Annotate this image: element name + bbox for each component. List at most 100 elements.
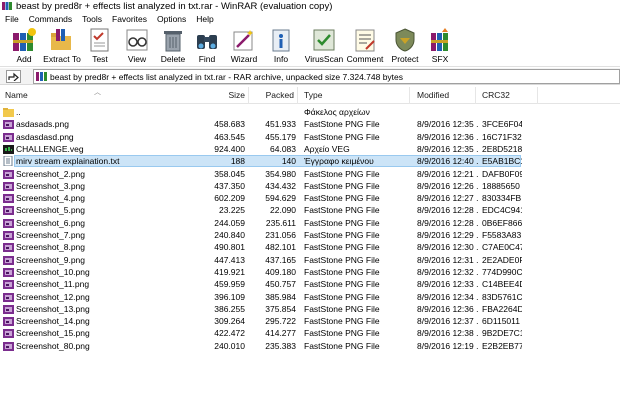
file-modified: 8/9/2016 12:33 ... (417, 279, 479, 290)
column-header-type[interactable]: Type (300, 87, 410, 104)
file-packed: 22.090 (270, 205, 296, 216)
protect-button[interactable]: Protect (385, 25, 425, 65)
winrar-app-icon (2, 1, 12, 11)
file-packed: 409.180 (265, 266, 296, 277)
file-type: FastStone PNG File (304, 230, 380, 240)
delete-label: Delete (160, 54, 186, 64)
file-row[interactable]: .. Φάκελος αρχείων (0, 106, 620, 118)
virusscan-button[interactable]: VirusScan (304, 25, 344, 65)
wizard-button[interactable]: Wizard (224, 25, 264, 65)
file-crc32: 9B2DE7C1 (482, 328, 522, 339)
file-type: FastStone PNG File (304, 119, 380, 130)
file-size: 458.683 (214, 119, 245, 130)
file-row[interactable]: Screenshot_14.png 309.264 295.722 FastStone… (0, 315, 620, 327)
file-row[interactable]: Screenshot_80.png 240.010 235.383 FastStone… (0, 340, 620, 352)
file-row[interactable]: asdasdasd.png 463.545 455.179 FastStone PNG… (0, 131, 620, 143)
file-row[interactable]: Screenshot_4.png 602.209 594.629 FastStone … (0, 192, 620, 204)
file-packed: 235.611 (265, 217, 296, 228)
file-packed: 354.980 (265, 168, 296, 179)
menu-favorites[interactable]: Favorites (107, 14, 152, 24)
sfx-button[interactable]: SFX (420, 25, 460, 65)
comment-label: Comment (346, 54, 384, 64)
png-file-icon (3, 119, 14, 130)
file-type: FastStone PNG File (304, 180, 380, 191)
menu-options[interactable]: Options (152, 14, 191, 24)
file-list: ︿ Name Size Packed Type Modified CRC32 .… (0, 87, 620, 409)
file-modified: 8/9/2016 12:31 ... (417, 254, 479, 265)
file-name: Screenshot_12.png (16, 291, 90, 302)
comment-button[interactable]: Comment (345, 25, 385, 65)
menu-bar: File Commands Tools Favorites Options He… (0, 12, 620, 25)
view-label: View (127, 54, 147, 64)
view-button[interactable]: View (117, 25, 157, 65)
file-packed: 594.629 (265, 193, 296, 204)
column-header-crc32[interactable]: CRC32 (478, 87, 538, 104)
file-row[interactable]: asdasads.png 458.683 451.933 FastStone PNG … (0, 118, 620, 130)
file-row[interactable]: Screenshot_2.png 358.045 354.980 FastStone … (0, 168, 620, 180)
address-field[interactable]: beast by pred8r + effects list analyzed … (33, 69, 620, 84)
file-row[interactable]: Screenshot_13.png 386.255 375.854 FastStone… (0, 303, 620, 315)
file-name: CHALLENGE.veg (16, 143, 84, 154)
file-name: Screenshot_4.png (16, 193, 85, 204)
test-button[interactable]: Test (80, 25, 120, 65)
menu-commands[interactable]: Commands (24, 14, 77, 24)
file-row[interactable]: mirv stream explaination.txt 188 140 Έγγραφ… (0, 155, 620, 168)
file-crc32: F5583A83 (482, 230, 522, 240)
file-row[interactable]: Screenshot_15.png 422.472 414.277 FastStone… (0, 327, 620, 339)
png-file-icon (3, 242, 14, 253)
file-row[interactable]: Screenshot_11.png 459.959 450.757 FastStone… (0, 278, 620, 290)
file-packed: 482.101 (265, 242, 296, 253)
file-row[interactable]: Screenshot_5.png 23.225 22.090 FastStone PN… (0, 204, 620, 216)
file-row[interactable]: Screenshot_9.png 447.413 437.165 FastStone … (0, 254, 620, 266)
file-name: Screenshot_15.png (16, 328, 90, 339)
up-one-level-button[interactable] (6, 70, 21, 83)
file-crc32: C14BEE4D (482, 279, 522, 290)
file-crc32: C7AE0C47 (482, 242, 522, 253)
png-file-icon (3, 218, 14, 228)
file-row[interactable]: Screenshot_6.png 244.059 235.611 FastStone … (0, 217, 620, 229)
file-name: Screenshot_9.png (16, 254, 85, 265)
file-modified: 8/9/2016 12:38 ... (417, 328, 479, 339)
comment-icon (355, 29, 375, 52)
file-modified: 8/9/2016 12:37 ... (417, 316, 479, 327)
rar-archive-icon (36, 71, 47, 82)
menu-help[interactable]: Help (191, 14, 218, 24)
png-file-icon (3, 341, 14, 351)
file-packed: 375.854 (265, 303, 296, 314)
txt-file-icon (3, 155, 14, 167)
add-button[interactable]: Add (4, 25, 44, 65)
file-modified: 8/9/2016 12:36 ... (417, 131, 479, 142)
file-packed: 64.083 (270, 143, 296, 154)
sfx-icon (431, 28, 448, 51)
file-row[interactable]: Screenshot_8.png 490.801 482.101 FastStone … (0, 241, 620, 253)
column-header-modified[interactable]: Modified (413, 87, 476, 104)
delete-trash-icon (164, 31, 182, 52)
file-name: asdasads.png (16, 119, 69, 130)
file-type: FastStone PNG File (304, 168, 380, 179)
png-file-icon (3, 132, 14, 142)
file-row[interactable]: Screenshot_12.png 396.109 385.984 FastStone… (0, 291, 620, 303)
column-header-size[interactable]: Size (200, 87, 249, 104)
file-modified: 8/9/2016 12:27 ... (417, 193, 479, 204)
file-size: 309.264 (214, 316, 245, 327)
file-row[interactable]: CHALLENGE.veg 924.400 64.083 Αρχείο VEG 8/9/… (0, 143, 620, 155)
file-size: 459.959 (214, 279, 245, 290)
file-type: FastStone PNG File (304, 217, 380, 228)
info-button[interactable]: Info (261, 25, 301, 65)
file-row[interactable]: Screenshot_3.png 437.350 434.432 FastStone … (0, 180, 620, 192)
file-name: Screenshot_7.png (16, 230, 85, 240)
file-name: Screenshot_5.png (16, 205, 85, 216)
file-row[interactable]: Screenshot_10.png 419.921 409.180 FastStone… (0, 266, 620, 278)
virusscan-label: VirusScan (304, 54, 344, 64)
column-header-packed[interactable]: Packed (249, 87, 298, 104)
menu-tools[interactable]: Tools (77, 14, 107, 24)
file-packed: 437.165 (265, 254, 296, 265)
file-size: 240.840 (214, 230, 245, 240)
find-button[interactable]: Find (187, 25, 227, 65)
file-row[interactable]: Screenshot_7.png 240.840 231.056 FastStone … (0, 229, 620, 241)
menu-file[interactable]: File (0, 14, 24, 24)
file-type: FastStone PNG File (304, 205, 380, 216)
file-name: Screenshot_80.png (16, 340, 90, 351)
file-crc32: 830334FB (482, 193, 522, 204)
extract-to-button[interactable]: Extract To (42, 25, 82, 65)
